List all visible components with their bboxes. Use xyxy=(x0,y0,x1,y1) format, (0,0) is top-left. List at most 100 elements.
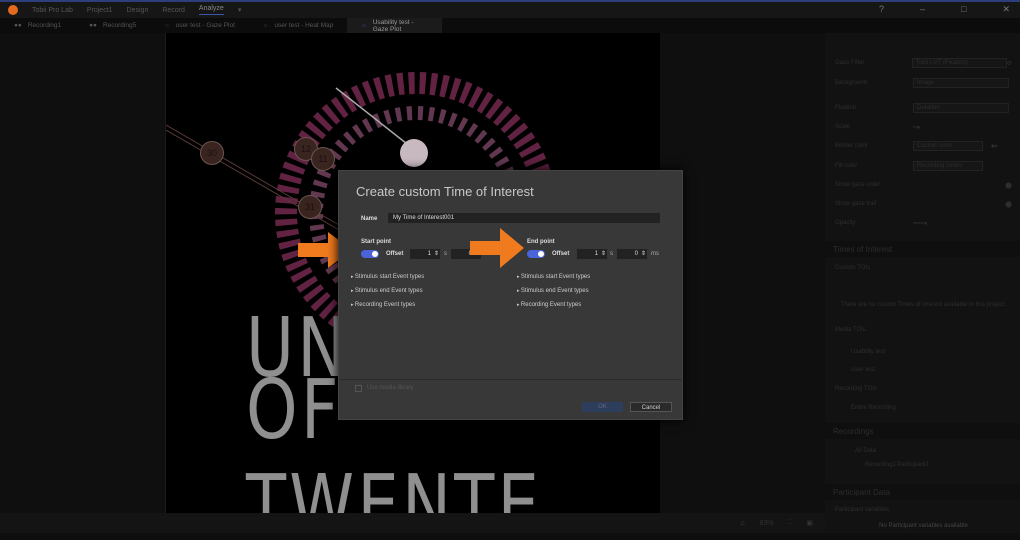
end-offset-label: Offset xyxy=(552,251,570,257)
close-button[interactable]: ✕ xyxy=(1002,4,1010,15)
dialog-title: Create custom Time of Interest xyxy=(356,184,534,199)
toi-section-header[interactable]: Times of Interest xyxy=(825,241,1020,257)
start-point-label: Start point xyxy=(361,239,391,245)
recording-toi-item[interactable]: Entire Recording xyxy=(835,403,1012,413)
setting-label: Show gaze order xyxy=(835,182,881,188)
right-panel: Gaze Filter Tobii I-VT (Fixation) ⚙ Backgr… xyxy=(825,33,1020,533)
bottom-bar: ⌕ 83% ⛶ ▣ xyxy=(0,513,825,533)
recording-tois-header[interactable]: Recording TOIs xyxy=(835,384,1012,394)
left-pane xyxy=(0,33,166,513)
participant-vars-header[interactable]: Participant variables xyxy=(835,505,1012,515)
name-label: Name xyxy=(361,216,378,222)
end-recording-events[interactable]: Recording Event types xyxy=(517,302,581,308)
fit-screen-icon[interactable]: ⛶ xyxy=(787,519,792,527)
gaze-plot-icon: ⁘ xyxy=(164,22,170,30)
custom-tois-header[interactable]: Custom TOIs xyxy=(835,263,1012,273)
tab-label: Recording5 xyxy=(102,22,137,29)
annotation-arrow-end xyxy=(470,228,524,268)
analyze-dropdown-icon[interactable]: ▾ xyxy=(238,6,242,14)
tab-recording5[interactable]: ●● Recording5 xyxy=(75,18,150,33)
tab-user-test-heat-map[interactable]: ⁘ user test - Heat Map xyxy=(249,18,347,33)
title-bar: Tobii Pro Lab Project1 Design Record Ana… xyxy=(0,0,1020,18)
start-offset-toggle[interactable] xyxy=(361,250,379,258)
gaze-filter-select[interactable]: Tobii I-VT (Fixation) xyxy=(911,58,1007,68)
end-s-unit: s xyxy=(610,251,613,257)
fixation-point[interactable]: 11 xyxy=(311,147,335,171)
media-library-checkbox[interactable] xyxy=(355,385,362,392)
end-stimulus-start-events[interactable]: Stimulus start Event types xyxy=(517,274,590,280)
start-stimulus-end-events[interactable]: Stimulus end Event types xyxy=(351,288,423,294)
fixation-point[interactable]: 31 xyxy=(298,195,322,219)
gaze-trail-toggle[interactable]: ⬤ xyxy=(1005,201,1012,208)
gear-icon[interactable]: ⚙ xyxy=(1007,60,1012,67)
media-tois-header[interactable]: Media TOIs xyxy=(835,325,1012,335)
section-title: Recordings xyxy=(833,426,874,436)
setting-label: Scale xyxy=(835,124,851,130)
tab-design[interactable]: Design xyxy=(127,7,149,14)
dialog-divider xyxy=(339,379,682,380)
help-icon[interactable]: ? xyxy=(879,4,884,15)
cancel-button[interactable]: Cancel xyxy=(630,402,672,412)
fill-color-select[interactable]: Recording colors xyxy=(913,161,983,171)
end-ms-spinner[interactable]: 0 xyxy=(617,249,647,259)
media-library-label: Use media library xyxy=(367,385,414,391)
no-tois-message: There are no custom Times of Interest av… xyxy=(840,302,1007,308)
fixation-point[interactable]: 30 xyxy=(200,141,224,165)
ok-button[interactable]: OK xyxy=(582,402,623,412)
end-point-label: End point xyxy=(527,239,555,245)
setting-label: Border color xyxy=(835,143,868,149)
section-title: Times of Interest xyxy=(833,244,893,254)
border-color-select[interactable]: Custom color xyxy=(913,141,983,151)
tab-label: Usability test - Gaze Plot xyxy=(372,18,414,33)
minimize-button[interactable]: – xyxy=(920,4,925,15)
color-swatch[interactable]: ■▾ xyxy=(991,143,998,150)
tab-usability-test-gaze-plot[interactable]: ⁘ Usability test - Gaze Plot xyxy=(347,18,443,33)
start-s-unit: s xyxy=(444,251,447,257)
setting-label: Show gaze trail xyxy=(835,201,877,207)
section-title: Participant Data xyxy=(833,487,890,497)
fixation-select[interactable]: Duration xyxy=(913,103,1009,113)
scale-slider[interactable]: ━● xyxy=(913,124,920,131)
tobii-logo-icon xyxy=(8,5,18,15)
maximize-button[interactable]: □ xyxy=(961,4,966,15)
project-menu[interactable]: Project1 xyxy=(87,7,113,14)
opacity-slider[interactable]: ━━━● xyxy=(913,220,927,227)
recording-checkbox[interactable]: Recording1 Participant1 xyxy=(835,460,1012,470)
canvas-margin xyxy=(660,33,825,513)
tab-analyze[interactable]: Analyze xyxy=(198,5,224,15)
gaze-order-toggle[interactable]: ⬤ xyxy=(1005,182,1012,189)
end-stimulus-end-events[interactable]: Stimulus end Event types xyxy=(517,288,589,294)
recordings-section-header[interactable]: Recordings xyxy=(825,423,1020,439)
setting-label: Fixation xyxy=(835,105,857,111)
setting-label: Fill color xyxy=(835,163,858,169)
tab-record[interactable]: Record xyxy=(162,7,185,14)
start-stimulus-start-events[interactable]: Stimulus start Event types xyxy=(351,274,424,280)
tab-user-test-gaze-plot[interactable]: ⁘ user test - Gaze Plot xyxy=(150,18,249,33)
gaze-plot-icon: ⁘ xyxy=(262,22,269,30)
zoom-icon[interactable]: ⌕ xyxy=(740,518,746,529)
name-input[interactable] xyxy=(388,213,660,223)
app-name: Tobii Pro Lab xyxy=(32,6,73,14)
end-seconds-spinner[interactable]: 1 xyxy=(577,249,607,259)
participant-section-header[interactable]: Participant Data xyxy=(825,484,1020,500)
fullscreen-icon[interactable]: ▣ xyxy=(806,519,813,527)
tab-label: Recording1 xyxy=(27,22,62,29)
setting-label: Opacity xyxy=(835,220,856,226)
zoom-level: 83% xyxy=(759,519,774,527)
create-custom-toi-dialog: Create custom Time of Interest Name Star… xyxy=(338,170,683,420)
start-offset-label: Offset xyxy=(386,251,404,257)
setting-label: Gaze Filter xyxy=(835,60,865,66)
background-select[interactable]: Image xyxy=(913,78,1009,88)
gaze-plot-icon: ⁘ xyxy=(361,22,367,30)
media-toi-item[interactable]: Usability test xyxy=(835,347,1012,357)
no-vars-message: No Participant variables available xyxy=(879,523,968,529)
start-recording-events[interactable]: Recording Event types xyxy=(351,302,415,308)
media-toi-item[interactable]: User test xyxy=(835,365,1012,375)
all-data-checkbox[interactable]: All Data xyxy=(835,446,1012,456)
document-tabs: ●● Recording1 ●● Recording5 ⁘ user test - G… xyxy=(0,18,1020,33)
end-ms-unit: ms xyxy=(651,251,659,257)
end-offset-toggle[interactable] xyxy=(527,250,545,258)
recording-icon: ●● xyxy=(14,22,22,29)
tab-recording1[interactable]: ●● Recording1 xyxy=(0,18,75,33)
start-seconds-spinner[interactable]: 1 xyxy=(410,249,440,259)
